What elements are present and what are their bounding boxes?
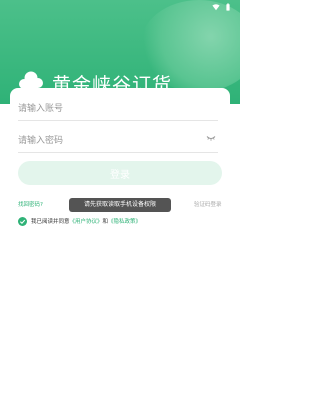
eye-closed-icon[interactable] [206, 135, 216, 142]
user-agreement-link[interactable]: 《用户协议》 [70, 217, 103, 225]
password-field [18, 128, 218, 153]
agreement-row: 我已阅读并同意 《用户协议》 和 《隐私政策》 [18, 216, 141, 226]
account-input[interactable] [18, 98, 188, 120]
privacy-policy-link[interactable]: 《隐私政策》 [108, 217, 141, 225]
login-button[interactable]: 登录 [18, 161, 222, 185]
battery-icon [226, 3, 230, 11]
checkbox-checked-icon[interactable] [18, 216, 27, 226]
password-input[interactable] [18, 130, 188, 152]
agreement-prefix: 我已阅读并同意 [31, 219, 70, 225]
permission-toast: 请先获取读取手机设备权限 [69, 198, 171, 212]
wifi-icon [212, 4, 220, 11]
account-field [18, 96, 218, 121]
status-bar [212, 3, 232, 11]
code-login-link[interactable]: 验证码登录 [194, 200, 222, 208]
forgot-password-link[interactable]: 找回密码? [18, 200, 43, 208]
